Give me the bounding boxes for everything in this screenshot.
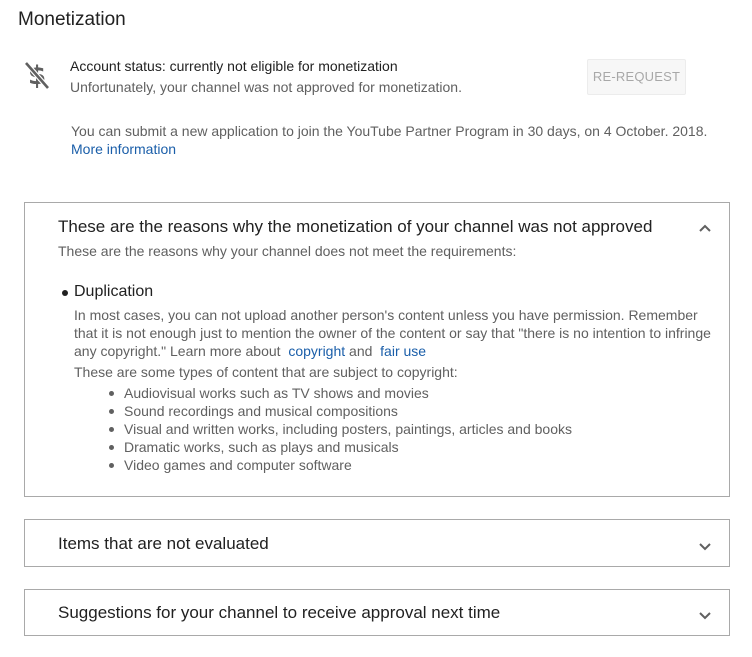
reason-title: Duplication	[74, 283, 154, 300]
account-status-title: Account status: currently not eligible f…	[70, 58, 398, 74]
account-status-subtitle: Unfortunately, your channel was not appr…	[70, 79, 462, 95]
page-title: Monetization	[18, 9, 126, 30]
list-item: Sound recordings and musical composition…	[105, 402, 572, 420]
items-not-evaluated-header[interactable]: Items that are not evaluated	[58, 533, 269, 555]
reason-bullet	[62, 290, 68, 296]
reason-body: In most cases, you can not upload anothe…	[74, 306, 714, 360]
reason-body-and: and	[349, 343, 373, 359]
suggestions-header[interactable]: Suggestions for your channel to receive …	[58, 602, 500, 624]
reasons-panel: These are the reasons why the monetizati…	[24, 202, 730, 497]
chevron-down-icon[interactable]	[698, 610, 712, 620]
list-item: Dramatic works, such as plays and musica…	[105, 438, 572, 456]
no-money-icon: $	[24, 61, 50, 90]
re-request-button[interactable]: RE-REQUEST	[587, 59, 686, 95]
reasons-panel-header[interactable]: These are the reasons why the monetizati…	[58, 216, 652, 238]
copyright-link[interactable]: copyright	[288, 343, 345, 359]
copyright-types-intro: These are some types of content that are…	[74, 364, 458, 380]
list-item: Audiovisual works such as TV shows and m…	[105, 384, 572, 402]
reapply-notice: You can submit a new application to join…	[71, 123, 708, 139]
chevron-down-icon[interactable]	[698, 541, 712, 551]
suggestions-panel[interactable]: Suggestions for your channel to receive …	[24, 589, 730, 636]
fair-use-link[interactable]: fair use	[380, 343, 426, 359]
chevron-up-icon[interactable]	[698, 223, 712, 233]
list-item: Video games and computer software	[105, 456, 572, 474]
reasons-panel-subtitle: These are the reasons why your channel d…	[58, 243, 517, 259]
items-not-evaluated-panel[interactable]: Items that are not evaluated	[24, 519, 730, 567]
list-item: Visual and written works, including post…	[105, 420, 572, 438]
copyright-types-list: Audiovisual works such as TV shows and m…	[105, 384, 572, 474]
more-information-link[interactable]: More information	[71, 140, 176, 158]
